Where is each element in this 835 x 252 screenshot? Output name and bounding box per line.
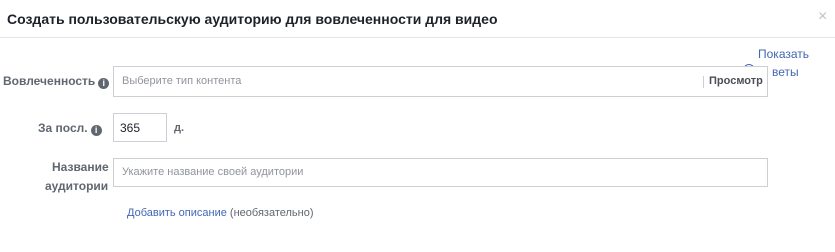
info-icon[interactable]: i [90,125,102,136]
dialog-header: Создать пользовательскую аудиторию для в… [0,0,835,38]
show-tips-link[interactable]: Показать [758,47,809,61]
preview-divider [703,76,704,88]
preview-button[interactable]: Просмотр [709,75,763,87]
show-tips-link-continued[interactable]: веты [772,65,799,79]
audience-name-label-line1: Название [52,160,109,174]
engagement-label-text: Вовлеченность [3,74,96,88]
close-icon[interactable]: × [818,9,827,25]
period-label: За посл. i [38,121,102,136]
audience-name-label-line2: аудитории [45,179,109,193]
period-label-text: За посл. [38,121,88,135]
optional-note: (необязательно) [229,207,314,219]
add-description: Добавить описание (необязательно) [127,207,314,219]
content-type-placeholder: Выберите тип контента [122,75,242,87]
period-value: 365 [120,121,141,135]
dialog-title: Создать пользовательскую аудиторию для в… [7,11,498,27]
engagement-label: Вовлеченность i [3,74,110,89]
period-unit: д. [174,122,185,134]
info-icon[interactable]: i [98,78,110,89]
audience-name-placeholder: Укажите название своей аудитории [122,166,304,178]
add-description-link[interactable]: Добавить описание [127,207,227,219]
